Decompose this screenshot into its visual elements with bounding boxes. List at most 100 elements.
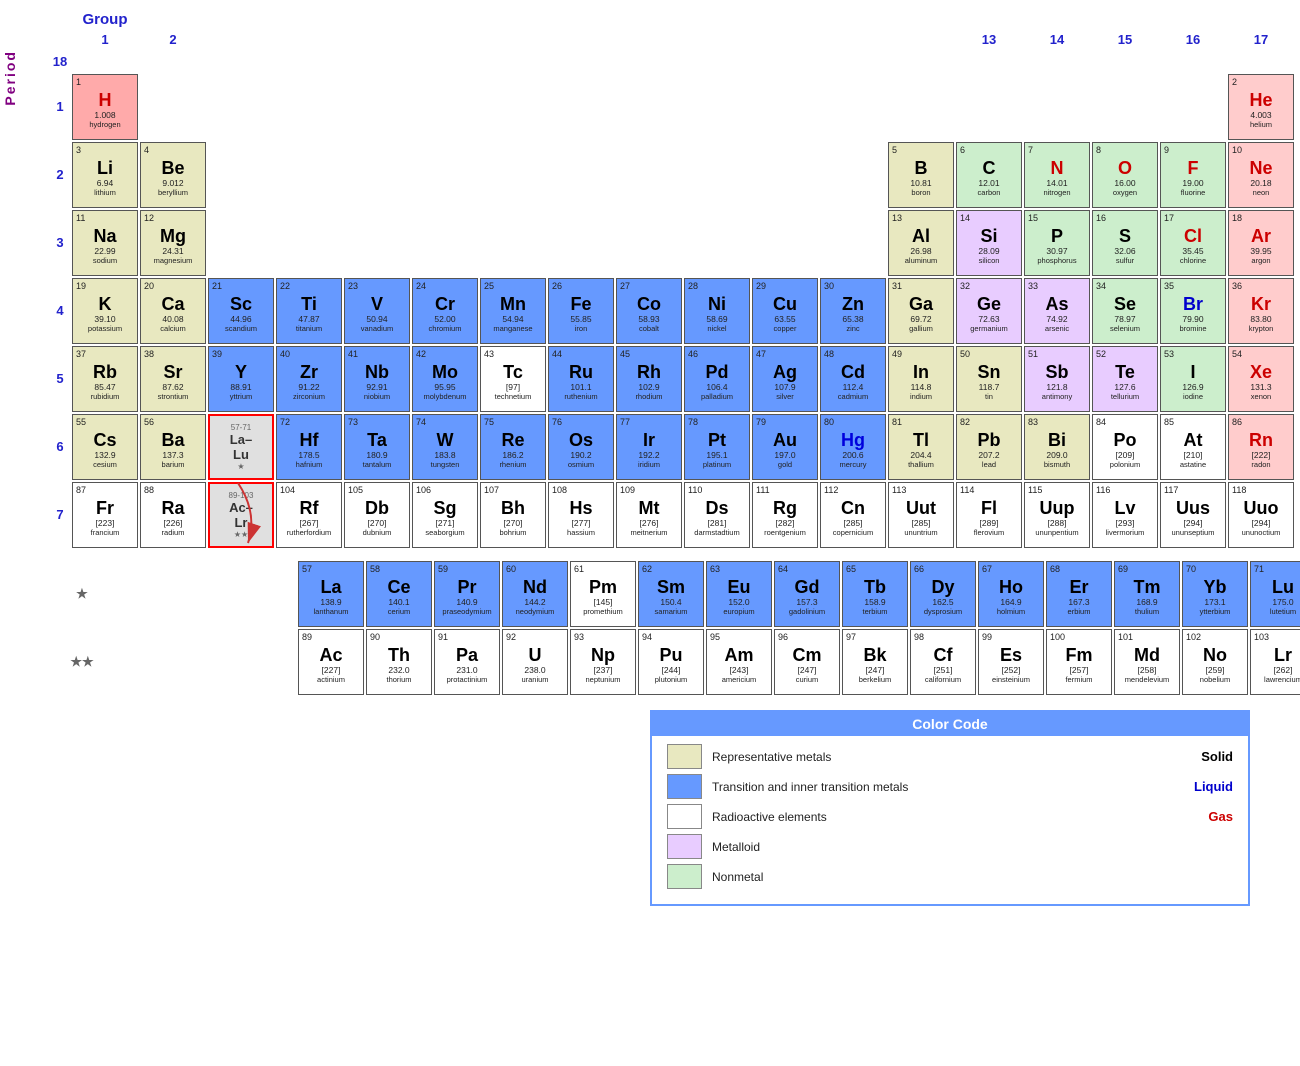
element-O[interactable]: 8 O 16.00 oxygen [1092,142,1158,208]
element-Eu[interactable]: 63 Eu 152.0 europium [706,561,772,627]
element-F[interactable]: 9 F 19.00 fluorine [1160,142,1226,208]
element-Ga[interactable]: 31 Ga 69.72 gallium [888,278,954,344]
element-Uut[interactable]: 113 Uut [285] ununtrium [888,482,954,548]
element-No[interactable]: 102 No [259] nobelium [1182,629,1248,695]
element-Ca[interactable]: 20 Ca 40.08 calcium [140,278,206,344]
element-Ru[interactable]: 44 Ru 101.1 ruthenium [548,346,614,412]
element-Ds[interactable]: 110 Ds [281] darmstadtium [684,482,750,548]
element-Th[interactable]: 90 Th 232.0 thorium [366,629,432,695]
element-Es[interactable]: 99 Es [252] einsteinium [978,629,1044,695]
element-Yb[interactable]: 70 Yb 173.1 ytterbium [1182,561,1248,627]
element-Cr[interactable]: 24 Cr 52.00 chromium [412,278,478,344]
element-Rb[interactable]: 37 Rb 85.47 rubidium [72,346,138,412]
element-Ge[interactable]: 32 Ge 72.63 germanium [956,278,1022,344]
element-Sm[interactable]: 62 Sm 150.4 samarium [638,561,704,627]
element-Dy[interactable]: 66 Dy 162.5 dysprosium [910,561,976,627]
element-Nb[interactable]: 41 Nb 92.91 niobium [344,346,410,412]
element-Rg[interactable]: 111 Rg [282] roentgenium [752,482,818,548]
element-Cl[interactable]: 17 Cl 35.45 chlorine [1160,210,1226,276]
element-Mt[interactable]: 109 Mt [276] meitnerium [616,482,682,548]
element-Cs[interactable]: 55 Cs 132.9 cesium [72,414,138,480]
element-N[interactable]: 7 N 14.01 nitrogen [1024,142,1090,208]
element-Db[interactable]: 105 Db [270] dubnium [344,482,410,548]
element-Pb[interactable]: 82 Pb 207.2 lead [956,414,1022,480]
element-I[interactable]: 53 I 126.9 iodine [1160,346,1226,412]
element-Fl[interactable]: 114 Fl [289] flerovium [956,482,1022,548]
element-Bk[interactable]: 97 Bk [247] berkelium [842,629,908,695]
element-La[interactable]: 57 La 138.9 lanthanum [298,561,364,627]
element-Ir[interactable]: 77 Ir 192.2 iridium [616,414,682,480]
element-Pm[interactable]: 61 Pm [145] promethium [570,561,636,627]
element-Ne[interactable]: 10 Ne 20.18 neon [1228,142,1294,208]
element-Sc[interactable]: 21 Sc 44.96 scandium [208,278,274,344]
element-Cu[interactable]: 29 Cu 63.55 copper [752,278,818,344]
element-Nd[interactable]: 60 Nd 144.2 neodymium [502,561,568,627]
element-Re[interactable]: 75 Re 186.2 rhenium [480,414,546,480]
element-Pd[interactable]: 46 Pd 106.4 palladium [684,346,750,412]
element-Na[interactable]: 11 Na 22.99 sodium [72,210,138,276]
element-Ra[interactable]: 88 Ra [226] radium [140,482,206,548]
element-Cd[interactable]: 48 Cd 112.4 cadmium [820,346,886,412]
element-Pu[interactable]: 94 Pu [244] plutonium [638,629,704,695]
element-Lr[interactable]: 103 Lr [262] lawrencium [1250,629,1300,695]
element-Ta[interactable]: 73 Ta 180.9 tantalum [344,414,410,480]
element-Po[interactable]: 84 Po [209] polonium [1092,414,1158,480]
element-H[interactable]: 1 H 1.008 hydrogen [72,74,138,140]
element-As[interactable]: 33 As 74.92 arsenic [1024,278,1090,344]
element-Ti[interactable]: 22 Ti 47.87 titanium [276,278,342,344]
element-Lv[interactable]: 116 Lv [293] livermorium [1092,482,1158,548]
element-Ba[interactable]: 56 Ba 137.3 barium [140,414,206,480]
element-Pt[interactable]: 78 Pt 195.1 platinum [684,414,750,480]
element-Lu[interactable]: 71 Lu 175.0 lutetium [1250,561,1300,627]
element-Tb[interactable]: 65 Tb 158.9 terbium [842,561,908,627]
element-Mn[interactable]: 25 Mn 54.94 manganese [480,278,546,344]
element-Pr[interactable]: 59 Pr 140.9 praseodymium [434,561,500,627]
element-Te[interactable]: 52 Te 127.6 tellurium [1092,346,1158,412]
element-Cf[interactable]: 98 Cf [251] californium [910,629,976,695]
element-Al[interactable]: 13 Al 26.98 aluminum [888,210,954,276]
element-Sr[interactable]: 38 Sr 87.62 strontium [140,346,206,412]
element-He[interactable]: 2 He 4.003 helium [1228,74,1294,140]
element-K[interactable]: 19 K 39.10 potassium [72,278,138,344]
element-Br[interactable]: 35 Br 79.90 bromine [1160,278,1226,344]
element-Ar[interactable]: 18 Ar 39.95 argon [1228,210,1294,276]
element-Tl[interactable]: 81 Tl 204.4 thallium [888,414,954,480]
element-B[interactable]: 5 B 10.81 boron [888,142,954,208]
element-Hg[interactable]: 80 Hg 200.6 mercury [820,414,886,480]
element-Au[interactable]: 79 Au 197.0 gold [752,414,818,480]
element-Ag[interactable]: 47 Ag 107.9 silver [752,346,818,412]
element-Rf[interactable]: 104 Rf [267] rutherfordium [276,482,342,548]
element-Sb[interactable]: 51 Sb 121.8 antimony [1024,346,1090,412]
element-Hs[interactable]: 108 Hs [277] hassium [548,482,614,548]
element-Uuo[interactable]: 118 Uuo [294] ununoctium [1228,482,1294,548]
element-Cm[interactable]: 96 Cm [247] curium [774,629,840,695]
element-Sg[interactable]: 106 Sg [271] seaborgium [412,482,478,548]
element-Cn[interactable]: 112 Cn [285] copernicium [820,482,886,548]
element-Ho[interactable]: 67 Ho 164.9 holmium [978,561,1044,627]
element-Li[interactable]: 3 Li 6.94 lithium [72,142,138,208]
element-Ac[interactable]: 89 Ac [227] actinium [298,629,364,695]
element-S[interactable]: 16 S 32.06 sulfur [1092,210,1158,276]
element-Hf[interactable]: 72 Hf 178.5 hafnium [276,414,342,480]
element-Ni[interactable]: 28 Ni 58.69 nickel [684,278,750,344]
element-Sn[interactable]: 50 Sn 118.7 tin [956,346,1022,412]
element-In[interactable]: 49 In 114.8 indium [888,346,954,412]
element-Tm[interactable]: 69 Tm 168.9 thulium [1114,561,1180,627]
element-Si[interactable]: 14 Si 28.09 silicon [956,210,1022,276]
element-Pa[interactable]: 91 Pa 231.0 protactinium [434,629,500,695]
element-Np[interactable]: 93 Np [237] neptunium [570,629,636,695]
element-Bh[interactable]: 107 Bh [270] bohrium [480,482,546,548]
element-V[interactable]: 23 V 50.94 vanadium [344,278,410,344]
element-Er[interactable]: 68 Er 167.3 erbium [1046,561,1112,627]
element-Be[interactable]: 4 Be 9.012 beryllium [140,142,206,208]
element-Md[interactable]: 101 Md [258] mendelevium [1114,629,1180,695]
element-U[interactable]: 92 U 238.0 uranium [502,629,568,695]
element-Gd[interactable]: 64 Gd 157.3 gadolinium [774,561,840,627]
element-Mg[interactable]: 12 Mg 24.31 magnesium [140,210,206,276]
element-Tc[interactable]: 43 Tc [97] technetium [480,346,546,412]
element-Fr[interactable]: 87 Fr [223] francium [72,482,138,548]
element-Os[interactable]: 76 Os 190.2 osmium [548,414,614,480]
element-Zn[interactable]: 30 Zn 65.38 zinc [820,278,886,344]
element-Am[interactable]: 95 Am [243] americium [706,629,772,695]
element-Zr[interactable]: 40 Zr 91.22 zirconium [276,346,342,412]
